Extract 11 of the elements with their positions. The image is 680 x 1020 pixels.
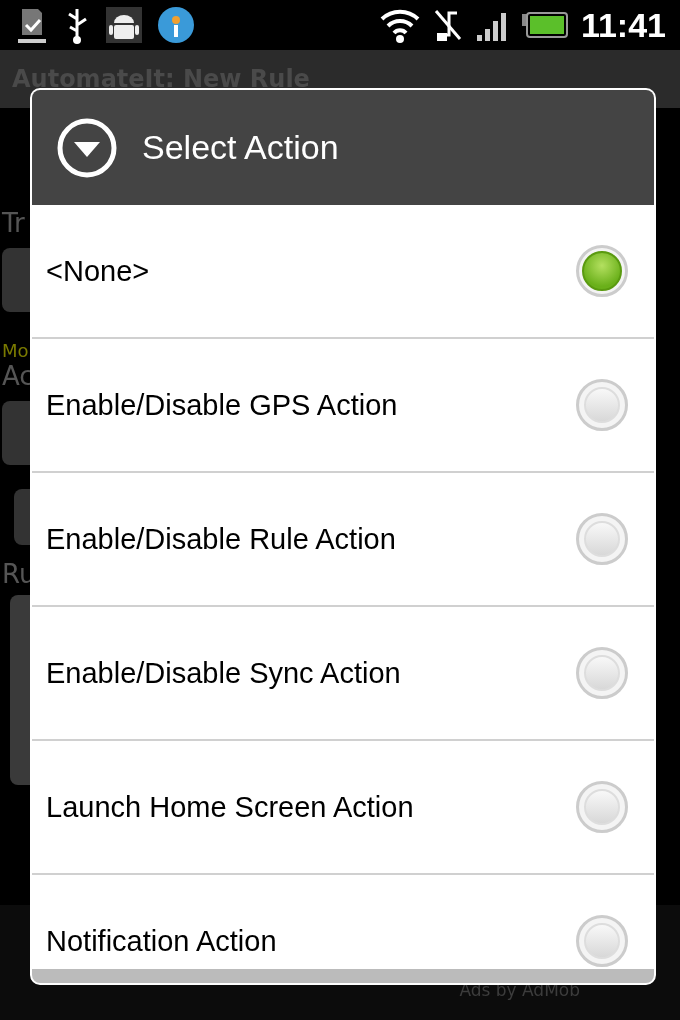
option-label: Notification Action [46,924,277,958]
field-label: Mo [2,340,29,361]
clock-time: 11:41 [580,5,666,45]
option-label: Enable/Disable Rule Action [46,522,396,556]
option-label: Enable/Disable Sync Action [46,656,401,690]
option-label: Launch Home Screen Action [46,790,414,824]
option-label: Enable/Disable GPS Action [46,388,398,422]
field-label: Tr [2,208,25,238]
dialog-title: Select Action [142,128,339,167]
field-label: Ac [2,361,34,391]
option-label: <None> [46,254,150,288]
